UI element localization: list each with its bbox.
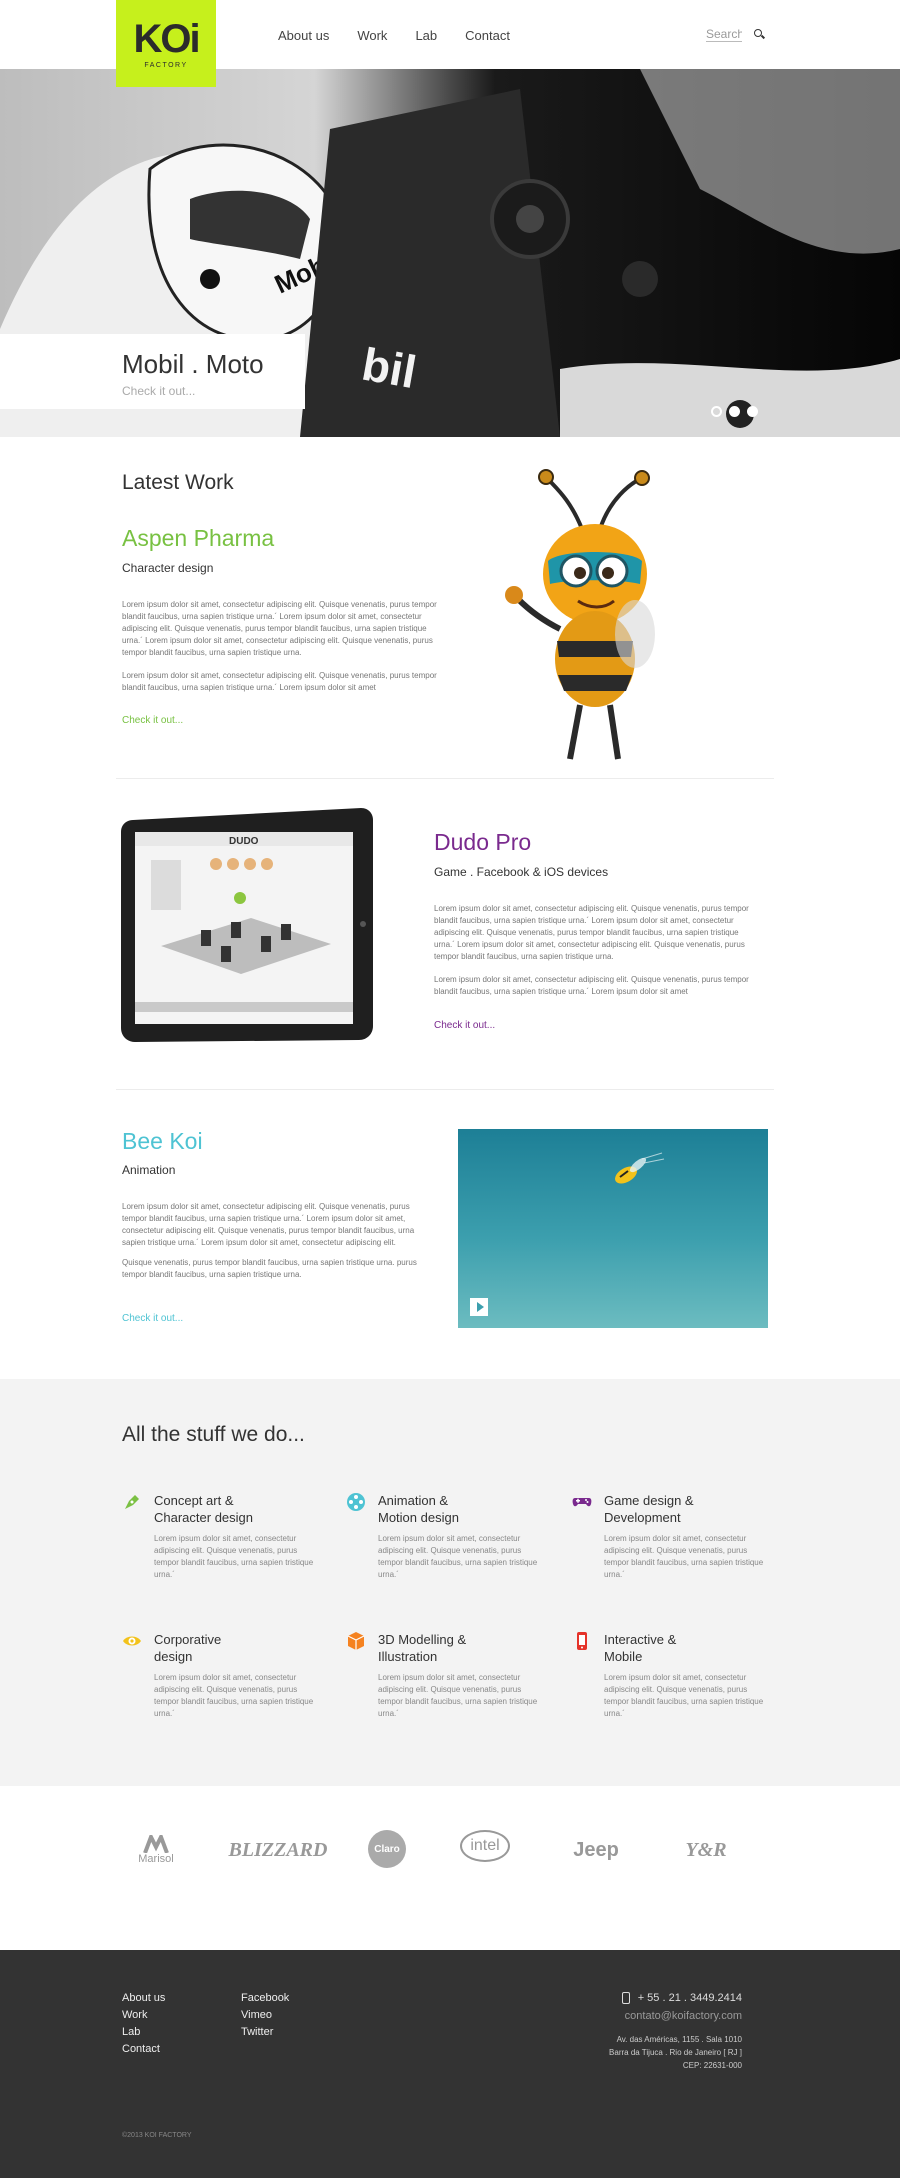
tablet-illustration: DUDO <box>121 808 373 1042</box>
client-logo-yr: Y&R <box>685 1838 727 1861</box>
pen-nib-icon <box>125 1495 139 1509</box>
footer-link-twitter[interactable]: Twitter <box>241 2026 289 2039</box>
site-footer: About us Work Lab Contact Facebook Vimeo… <box>0 1950 900 2178</box>
nav-about[interactable]: About us <box>278 28 329 43</box>
service-description: Lorem ipsum dolor sit amet, consectetur … <box>154 1673 314 1718</box>
footer-link-vimeo[interactable]: Vimeo <box>241 2009 289 2022</box>
client-logo-marisol: Marisol <box>126 1830 186 1870</box>
play-button-icon[interactable] <box>470 1298 488 1316</box>
work-link-dudo[interactable]: Check it out... <box>434 1020 495 1031</box>
search-input[interactable] <box>706 27 742 42</box>
footer-link-lab[interactable]: Lab <box>122 2026 165 2039</box>
work-subtitle-dudo: Game . Facebook & iOS devices <box>434 865 609 879</box>
service-title: Game design & Development <box>604 1493 694 1525</box>
marisol-m-icon <box>143 1835 169 1853</box>
footer-link-about[interactable]: About us <box>122 1992 165 2005</box>
client-logo-claro: Claro <box>368 1830 406 1868</box>
bee-character-illustration <box>505 469 655 760</box>
work-text-aspen-1: Lorem ipsum dolor sit amet, consectetur … <box>122 600 437 657</box>
services-heading: All the stuff we do... <box>122 1423 305 1446</box>
work-text-aspen-2: Lorem ipsum dolor sit amet, consectetur … <box>122 671 437 692</box>
service-description: Lorem ipsum dolor sit amet, consectetur … <box>604 1673 764 1718</box>
film-reel-icon <box>347 1493 365 1511</box>
services-section: All the stuff we do... Concept art & Char… <box>0 1379 900 1786</box>
footer-copyright: ©2013 KOI FACTORY <box>122 2132 192 2139</box>
service-title: 3D Modelling & Illustration <box>378 1632 467 1664</box>
cube-icon <box>347 1632 365 1650</box>
work-text-dudo-1: Lorem ipsum dolor sit amet, consectetur … <box>434 904 749 961</box>
latest-work-heading: Latest Work <box>122 471 234 494</box>
search-icon[interactable] <box>754 28 766 41</box>
video-player[interactable] <box>458 1129 768 1328</box>
work-title-dudo: Dudo Pro <box>434 829 532 855</box>
svg-text:bil: bil <box>358 338 420 399</box>
clients-section: Marisol BLIZZARD Claro intel Jeep Y&R <box>0 1786 900 1950</box>
client-logo-jeep: Jeep <box>573 1838 619 1861</box>
work-text-beekoi-1: Lorem ipsum dolor sit amet, consectetur … <box>122 1202 415 1247</box>
footer-link-contact[interactable]: Contact <box>122 2043 165 2056</box>
footer-email[interactable]: contato@koifactory.com <box>625 2010 742 2022</box>
koi-factory-logo[interactable]: KOi FACTORY <box>116 0 216 87</box>
footer-nav: About us Work Lab Contact <box>122 1992 165 2056</box>
work-subtitle-beekoi: Animation <box>122 1163 176 1177</box>
hero-caption: Mobil . Moto Check it out... <box>0 334 305 409</box>
slider-dot-2[interactable] <box>729 406 740 417</box>
service-title: Corporative design <box>154 1632 222 1664</box>
eye-icon <box>123 1636 141 1646</box>
work-subtitle-aspen: Character design <box>122 561 214 575</box>
service-description: Lorem ipsum dolor sit amet, consectetur … <box>154 1534 314 1579</box>
work-link-beekoi[interactable]: Check it out... <box>122 1313 183 1324</box>
slider-dot-3[interactable] <box>747 406 758 417</box>
mobile-icon <box>577 1632 587 1650</box>
client-logo-intel: intel <box>460 1830 510 1862</box>
work-title-beekoi: Bee Koi <box>122 1128 203 1154</box>
site-header: KOi FACTORY About us Work Lab Contact <box>0 0 900 87</box>
footer-phone: + 55 . 21 . 3449.2414 <box>621 1992 742 2004</box>
work-text-dudo-2: Lorem ipsum dolor sit amet, consectetur … <box>434 975 749 996</box>
main-nav: About us Work Lab Contact <box>278 28 538 43</box>
phone-icon <box>621 1992 630 2004</box>
service-title: Interactive & Mobile <box>604 1632 677 1664</box>
tablet-screen-logo: DUDO <box>229 836 259 847</box>
work-text-beekoi-2: Quisque venenatis, purus tempor blandit … <box>122 1258 417 1279</box>
flying-bee-illustration <box>615 1152 665 1184</box>
nav-lab[interactable]: Lab <box>415 28 437 43</box>
hero-slider[interactable]: Mobil bil Mobil . Moto Check it out... <box>0 69 900 437</box>
hero-check-link[interactable]: Check it out... <box>122 384 305 398</box>
section-divider <box>116 1089 774 1090</box>
latest-work-section: Latest Work Aspen Pharma Character desig… <box>0 437 900 1379</box>
nav-contact[interactable]: Contact <box>465 28 510 43</box>
hero-title: Mobil . Moto <box>122 349 264 379</box>
service-title: Animation & Motion design <box>378 1493 459 1525</box>
service-title: Concept art & Character design <box>154 1493 253 1525</box>
service-description: Lorem ipsum dolor sit amet, consectetur … <box>378 1534 538 1579</box>
footer-address: Av. das Américas, 1155 . Sala 1010 Barra… <box>609 2035 742 2070</box>
footer-link-facebook[interactable]: Facebook <box>241 1992 289 2005</box>
client-logo-blizzard: BLIZZARD <box>228 1838 328 1861</box>
nav-work[interactable]: Work <box>357 28 387 43</box>
work-title-aspen: Aspen Pharma <box>122 525 275 551</box>
footer-social: Facebook Vimeo Twitter <box>241 1992 289 2039</box>
search-box <box>706 27 766 42</box>
footer-link-work[interactable]: Work <box>122 2009 165 2022</box>
slider-dot-1[interactable] <box>711 406 722 417</box>
work-link-aspen[interactable]: Check it out... <box>122 715 183 726</box>
logo-mark: KOi <box>133 16 200 61</box>
footer-phone-number: + 55 . 21 . 3449.2414 <box>637 1992 742 2004</box>
gamepad-icon <box>572 1498 592 1507</box>
service-description: Lorem ipsum dolor sit amet, consectetur … <box>378 1673 538 1718</box>
service-description: Lorem ipsum dolor sit amet, consectetur … <box>604 1534 764 1579</box>
slider-dots <box>711 406 758 417</box>
section-divider <box>116 778 774 779</box>
logo-subtitle: FACTORY <box>144 61 188 69</box>
